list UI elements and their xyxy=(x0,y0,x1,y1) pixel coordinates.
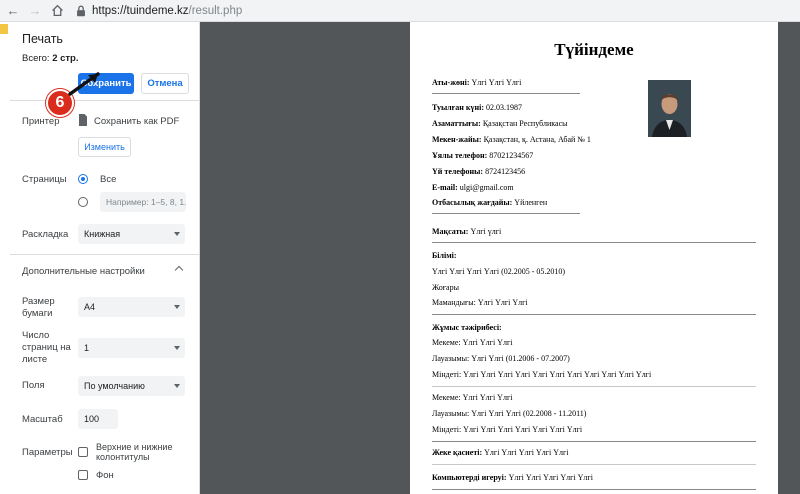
headers-footers-label: Верхние и нижние колонтитулы xyxy=(96,442,173,462)
url-path: /result.php xyxy=(188,4,243,17)
profile-photo xyxy=(648,80,691,137)
job-org: Мекеме: Үлгі Үлгі Үлгі xyxy=(432,393,513,402)
background-checkbox[interactable] xyxy=(78,470,88,480)
page-total: Всего: 2 стр. xyxy=(22,53,79,64)
education-line: Үлгі Үлгі Үлгі Үлгі (02.2005 - 05.2010) xyxy=(432,267,566,276)
options-label: Параметры xyxy=(22,447,73,458)
resume-field: Туылған күні: 02.03.1987 xyxy=(432,103,523,112)
paper-size-select[interactable]: A4 xyxy=(78,297,185,317)
dialog-title: Печать xyxy=(22,32,63,46)
job-position: Лауазымы: Үлгі Үлгі Үлгі (02.2008 - 11.2… xyxy=(432,409,587,418)
education-heading: Білімі: xyxy=(432,251,457,260)
resume-goal: Мақсаты: Үлгі үлгі xyxy=(432,227,502,236)
margins-select[interactable]: По умолчанию xyxy=(78,376,185,396)
resume-field: Үй телефоны: 8724123456 xyxy=(432,167,526,176)
browser-toolbar: ← → https://tuindeme.kz/result.php xyxy=(0,0,800,22)
divider xyxy=(10,100,200,101)
headers-footers-checkbox[interactable] xyxy=(78,447,88,457)
pointer-arrow-icon xyxy=(68,72,100,96)
resume-personal: Жеке қасиеті: Үлгі Үлгі Үлгі Үлгі Үлгі xyxy=(432,448,569,457)
divider xyxy=(10,254,200,255)
pages-all-radio[interactable] xyxy=(78,174,88,184)
resume-field: Мекен-жайы: Қазақстан, қ. Астана, Абай №… xyxy=(432,135,591,144)
dropdown-arrow-icon xyxy=(174,232,180,236)
more-settings-toggle[interactable]: Дополнительные настройки xyxy=(22,266,145,278)
job-position: Лауазымы: Үлгі Үлгі (01.2006 - 07.2007) xyxy=(432,354,570,363)
pages-label: Страницы xyxy=(22,174,67,185)
experience-heading: Жұмыс тәжірибесі: xyxy=(432,323,502,332)
resume-title: Түйіндеме xyxy=(554,40,634,59)
resume-computer: Компьютерді игеруі: Үлгі Үлгі Үлгі Үлгі … xyxy=(432,473,593,482)
scale-input[interactable]: 100 xyxy=(78,409,118,429)
resume-field: Азаматтығы: Қазақстан Республикасы xyxy=(432,119,568,128)
url-host: https://tuindeme.kz xyxy=(92,4,189,17)
education-line: Жоғары xyxy=(432,283,459,292)
paper-size-label: Размер бумаги xyxy=(22,296,55,319)
pages-custom-radio[interactable] xyxy=(78,197,88,207)
back-icon[interactable]: ← xyxy=(4,2,22,20)
printer-label: Принтер xyxy=(22,116,60,127)
pages-custom-input[interactable]: Например: 1–5, 8, 1... xyxy=(100,192,186,212)
margins-label: Поля xyxy=(22,380,45,391)
printer-value: Сохранить как PDF xyxy=(94,116,180,127)
lock-icon xyxy=(77,5,85,16)
forward-icon[interactable]: → xyxy=(26,2,44,20)
background-label: Фон xyxy=(96,470,114,481)
resume-field: E-mail: ulgi@gmail.com xyxy=(432,183,514,192)
document-icon xyxy=(79,114,87,126)
address-bar[interactable]: https://tuindeme.kz/result.php xyxy=(74,2,242,20)
home-icon[interactable] xyxy=(48,2,66,20)
job-duty: Міндеті: Үлгі Үлгі Үлгі Үлгі Үлгі Үлгі Ү… xyxy=(432,425,583,434)
pages-per-sheet-select[interactable]: 1 xyxy=(78,338,185,358)
background-page-edge xyxy=(0,22,10,494)
education-spec: Мамандығы: Үлгі Үлгі Үлгі xyxy=(432,298,528,307)
dropdown-arrow-icon xyxy=(174,305,180,309)
pages-all-label: Все xyxy=(100,174,117,185)
layout-select[interactable]: Книжная xyxy=(78,224,185,244)
chevron-up-icon[interactable] xyxy=(174,265,184,275)
job-org: Мекеме: Үлгі Үлгі Үлгі xyxy=(432,338,513,347)
resume-field: Аты-жөні: Үлгі Үлгі Үлгі xyxy=(432,78,522,87)
preview-page: Түйіндеме Аты-жөні: Үлгі Үлгі Үлгі Туылғ… xyxy=(410,22,778,494)
change-printer-button[interactable]: Изменить xyxy=(78,137,131,157)
dropdown-arrow-icon xyxy=(174,346,180,350)
pages-per-sheet-label: Число страниц на листе xyxy=(22,330,71,365)
dropdown-arrow-icon xyxy=(174,384,180,388)
job-duty: Міндеті: Үлгі Үлгі Үлгі Үлгі Үлгі Үлгі Ү… xyxy=(432,370,652,379)
scale-label: Масштаб xyxy=(22,414,63,425)
cancel-button[interactable]: Отмена xyxy=(141,73,189,94)
layout-label: Раскладка xyxy=(22,229,69,240)
resume-field: Ұялы телефон: 87021234567 xyxy=(432,151,534,160)
print-preview: Түйіндеме Аты-жөні: Үлгі Үлгі Үлгі Туылғ… xyxy=(200,22,800,494)
resume-field: Отбасылық жағдайы: Үйленген xyxy=(432,198,548,207)
